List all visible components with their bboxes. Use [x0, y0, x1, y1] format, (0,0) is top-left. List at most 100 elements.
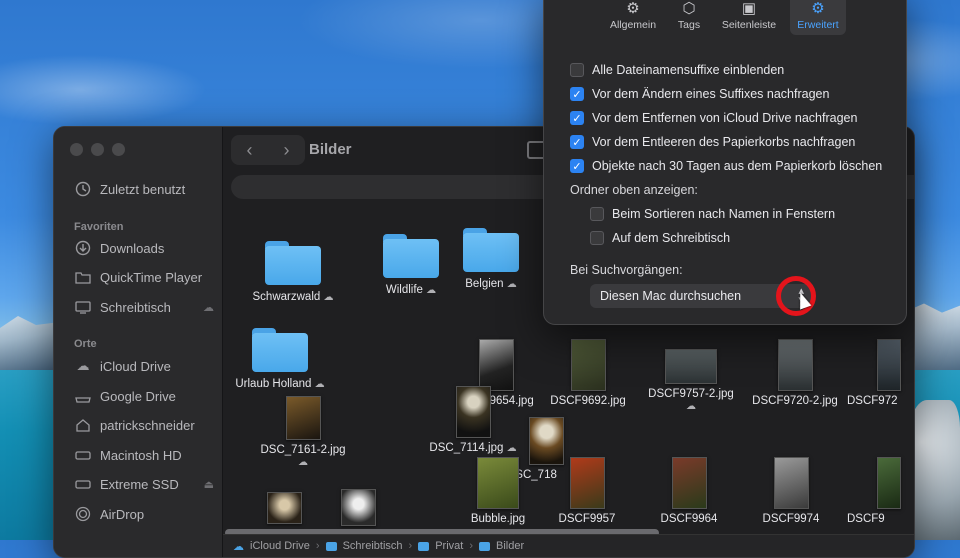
- file-name: DSC_7114.jpg: [429, 442, 504, 454]
- file-item[interactable]: DSCF9692.jpg: [544, 339, 632, 407]
- sidebar-item-macintosh-hd[interactable]: Macintosh HD: [74, 443, 214, 467]
- path-segment[interactable]: Schreibtisch: [343, 540, 403, 552]
- file-item[interactable]: Bubble.jpg: [468, 457, 528, 525]
- file-name: DSCF9757-2.jpg: [648, 388, 734, 400]
- sidebar-section-favorites: Favoriten: [74, 221, 124, 233]
- folder-icon: [252, 328, 308, 372]
- tag-icon: ⬡: [682, 0, 696, 17]
- path-segment[interactable]: Privat: [435, 540, 463, 552]
- file-item[interactable]: DSCF9957: [545, 457, 629, 525]
- folder-icon: [383, 234, 439, 278]
- path-segment[interactable]: Bilder: [496, 540, 524, 552]
- cloud-icon: ☁: [76, 358, 90, 373]
- checkbox[interactable]: ✓: [570, 135, 584, 149]
- option-show-extensions[interactable]: Alle Dateinamensuffixe einblenden: [570, 63, 784, 77]
- tab-advanced[interactable]: ⚙ Erweitert: [790, 0, 846, 35]
- sidebar-icon: ▣: [741, 0, 757, 17]
- file-name: DSCF9974: [762, 513, 820, 525]
- zoom-button[interactable]: [112, 143, 125, 156]
- image-thumbnail: [285, 396, 321, 440]
- option-label: Vor dem Entleeren des Papierkorbs nachfr…: [592, 135, 856, 149]
- drive-icon: [74, 387, 92, 405]
- option-folders-top-desktop[interactable]: Auf dem Schreibtisch: [590, 231, 730, 245]
- chevron-right-icon: ›: [469, 540, 473, 552]
- file-item[interactable]: DSCF9: [847, 457, 911, 525]
- option-warn-extension-change[interactable]: ✓ Vor dem Ändern eines Suffixes nachfrag…: [570, 87, 829, 101]
- sidebar-item-label: Google Drive: [100, 388, 176, 404]
- sidebar-item-label: Schreibtisch: [100, 299, 171, 315]
- cloud-download-icon: ☁: [323, 292, 334, 303]
- checkbox[interactable]: ✓: [570, 159, 584, 173]
- folder-item[interactable]: Belgien ☁: [451, 228, 531, 290]
- sidebar-item-recent[interactable]: Zuletzt benutzt: [74, 177, 214, 201]
- sidebar-item-icloud[interactable]: ☁ iCloud Drive: [74, 354, 214, 378]
- file-item[interactable]: DSC_7161-2.jpg ☁: [253, 396, 353, 468]
- sidebar-item-label: Macintosh HD: [100, 447, 182, 463]
- home-icon: [74, 416, 92, 434]
- checkbox[interactable]: [590, 231, 604, 245]
- file-item[interactable]: DSC_7114.jpg ☁: [423, 386, 523, 454]
- sidebar-item-label: patrickschneider: [100, 417, 195, 433]
- minimize-button[interactable]: [91, 143, 104, 156]
- tab-tags[interactable]: ⬡ Tags: [664, 0, 714, 35]
- sidebar-item-home[interactable]: patrickschneider: [74, 413, 214, 437]
- external-drive-icon: [74, 475, 92, 493]
- download-icon: [74, 239, 92, 257]
- image-thumbnail: [877, 457, 901, 509]
- file-item[interactable]: DSCF9964: [646, 457, 732, 525]
- sidebar-item-quicktime[interactable]: QuickTime Player: [74, 265, 214, 289]
- checkbox[interactable]: [590, 207, 604, 221]
- folder-name: Belgien: [465, 278, 504, 290]
- cloud-icon: ☁: [203, 301, 214, 314]
- sidebar-item-downloads[interactable]: Downloads: [74, 236, 214, 260]
- finder-settings-window: ⚙ Allgemein ⬡ Tags ▣ Seitenleiste ⚙ Erwe…: [543, 0, 907, 325]
- select-value: Diesen Mac durchsuchen: [600, 289, 742, 303]
- image-thumbnail: [477, 457, 519, 509]
- checkbox[interactable]: ✓: [570, 111, 584, 125]
- eject-icon[interactable]: ⏏: [204, 478, 214, 491]
- option-warn-icloud-remove[interactable]: ✓ Vor dem Entfernen von iCloud Drive nac…: [570, 111, 857, 125]
- file-item[interactable]: DSCF9974: [748, 457, 834, 525]
- hard-drive-icon: [74, 446, 92, 464]
- chevron-right-icon: ›: [408, 540, 413, 552]
- folder-icon: [418, 541, 430, 551]
- sidebar-item-airdrop[interactable]: AirDrop: [74, 502, 214, 526]
- image-thumbnail: [455, 386, 491, 438]
- forward-icon[interactable]: ›: [284, 140, 290, 161]
- checkbox[interactable]: [570, 63, 584, 77]
- sidebar-item-google-drive[interactable]: Google Drive: [74, 384, 214, 408]
- file-item[interactable]: DSCF972: [847, 339, 911, 407]
- clock-icon: [74, 180, 92, 198]
- path-segment[interactable]: iCloud Drive: [250, 540, 310, 552]
- file-name: DSCF9964: [660, 513, 718, 525]
- cloud-download-icon: ☁: [506, 443, 517, 454]
- option-label: Vor dem Ändern eines Suffixes nachfragen: [592, 87, 830, 101]
- airdrop-icon: [74, 505, 92, 523]
- back-icon[interactable]: ‹: [247, 140, 253, 161]
- option-folders-top-windows[interactable]: Beim Sortieren nach Namen in Fenstern: [590, 207, 835, 221]
- window-title: Bilder: [309, 141, 352, 158]
- folder-name: Urlaub Holland: [235, 378, 312, 390]
- chevron-right-icon: ›: [315, 540, 320, 552]
- sidebar-item-desktop[interactable]: Schreibtisch ☁: [74, 295, 214, 319]
- image-thumbnail: [671, 457, 707, 509]
- tab-label: Allgemein: [609, 19, 657, 31]
- close-button[interactable]: [70, 143, 83, 156]
- option-remove-trash-30-days[interactable]: ✓ Objekte nach 30 Tagen aus dem Papierko…: [570, 159, 882, 173]
- tab-general[interactable]: ⚙ Allgemein: [602, 0, 664, 35]
- file-item[interactable]: DSCF9720-2.jpg: [745, 339, 845, 407]
- folder-item[interactable]: Schwarzwald ☁: [243, 241, 343, 303]
- gears-icon: ⚙: [811, 0, 825, 17]
- image-thumbnail: [777, 339, 813, 391]
- file-item[interactable]: DSCF9757-2.jpg ☁: [641, 349, 741, 412]
- tab-label: Erweitert: [797, 19, 839, 31]
- image-thumbnail: [570, 339, 606, 391]
- option-warn-empty-trash[interactable]: ✓ Vor dem Entleeren des Papierkorbs nach…: [570, 135, 855, 149]
- sidebar-item-extreme-ssd[interactable]: Extreme SSD ⏏: [74, 472, 214, 496]
- cloud-download-icon: ☁: [314, 379, 325, 390]
- sidebar-item-label: Extreme SSD: [100, 476, 179, 492]
- folder-item[interactable]: Urlaub Holland ☁: [225, 328, 335, 390]
- folder-item[interactable]: Wildlife ☁: [371, 234, 451, 296]
- checkbox[interactable]: ✓: [570, 87, 584, 101]
- tab-sidebar[interactable]: ▣ Seitenleiste: [714, 0, 784, 35]
